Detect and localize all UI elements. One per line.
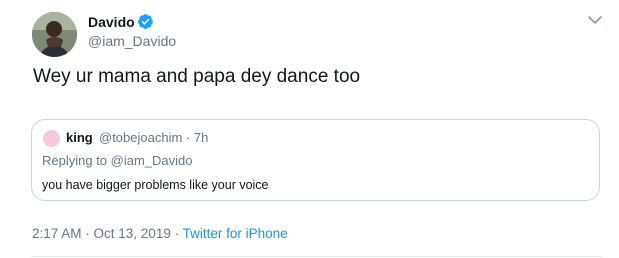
quoted-author-name: king — [66, 130, 93, 145]
avatar-photo — [32, 12, 77, 57]
quoted-author-handle-time: @tobejoachim · 7h — [99, 130, 209, 145]
tweet-card: Davido @iam_Davido Wey ur mama and papa … — [0, 0, 619, 258]
replying-mention[interactable]: @iam_Davido — [111, 153, 193, 168]
quoted-replying-to: Replying to @iam_Davido — [42, 152, 193, 170]
divider — [31, 256, 603, 257]
replying-prefix: Replying to — [42, 153, 111, 168]
tweet-timestamp[interactable]: 2:17 AM · Oct 13, 2019 · — [32, 226, 183, 241]
tweet-meta: 2:17 AM · Oct 13, 2019 · Twitter for iPh… — [32, 225, 288, 243]
author-handle[interactable]: @iam_Davido — [88, 32, 176, 50]
quoted-tweet-text: you have bigger problems like your voice — [42, 178, 269, 192]
tweet-text: Wey ur mama and papa dey dance too — [33, 66, 361, 87]
quoted-tweet[interactable]: king @tobejoachim · 7h Replying to @iam_… — [31, 119, 600, 201]
quoted-author-avatar — [43, 130, 60, 147]
verified-badge-icon — [138, 14, 153, 29]
author-name[interactable]: Davido — [88, 13, 135, 31]
author-avatar[interactable] — [32, 12, 77, 57]
chevron-down-icon[interactable] — [585, 10, 605, 30]
tweet-source[interactable]: Twitter for iPhone — [183, 226, 288, 241]
